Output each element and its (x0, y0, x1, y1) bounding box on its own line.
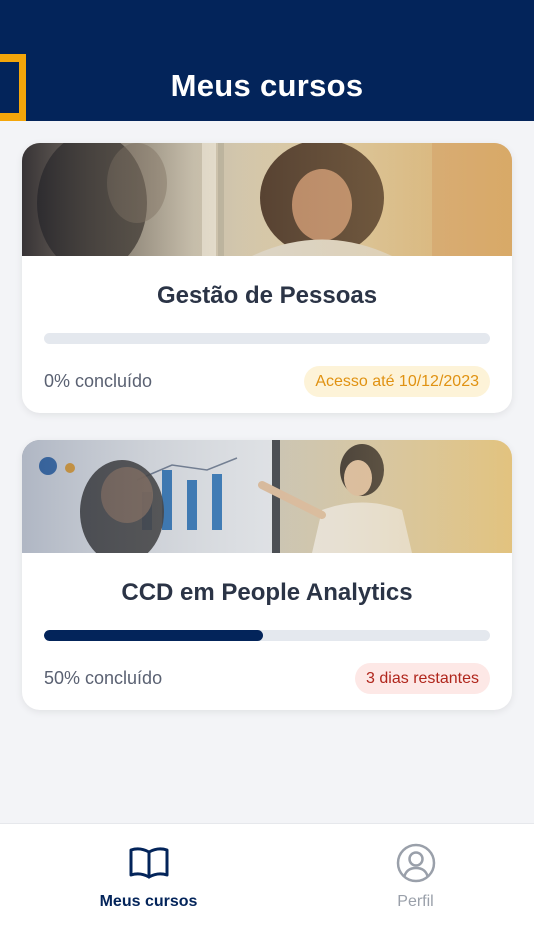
course-banner-image (22, 440, 512, 553)
course-card-gestao-de-pessoas[interactable]: Gestão de Pessoas 0% concluído Acesso at… (22, 143, 512, 413)
progress-bar (44, 630, 490, 641)
woman-smiling-office-photo (22, 143, 512, 256)
progress-label: 0% concluído (44, 371, 153, 391)
presentation-chart-meeting-photo (22, 440, 512, 553)
page-title: Meus cursos (170, 68, 364, 103)
bottom-navigation: Meus cursos Perfil (0, 823, 534, 950)
course-banner-image (22, 143, 512, 256)
progress-bar (44, 333, 490, 344)
user-circle-icon (396, 843, 435, 883)
course-title: CCD em People Analytics (121, 579, 413, 606)
remaining-days-badge: 3 dias restantes (355, 663, 490, 694)
nav-label: Meus cursos (99, 893, 198, 910)
course-card-people-analytics[interactable]: CCD em People Analytics 50% concluído 3 … (22, 440, 512, 710)
book-open-icon (129, 847, 168, 879)
nav-item-perfil[interactable]: Perfil (282, 824, 534, 950)
progress-label: 50% concluído (44, 668, 163, 688)
header: Meus cursos (0, 0, 534, 121)
nav-item-meus-cursos[interactable]: Meus cursos (15, 824, 282, 950)
app-screen: Meus cursos Gestão de Pessoas 0% concluí… (0, 0, 534, 950)
course-title: Gestão de Pessoas (156, 282, 378, 309)
progress-bar-fill (44, 630, 263, 641)
nav-label: Perfil (397, 893, 434, 910)
access-badge: Acesso até 10/12/2023 (304, 366, 490, 397)
